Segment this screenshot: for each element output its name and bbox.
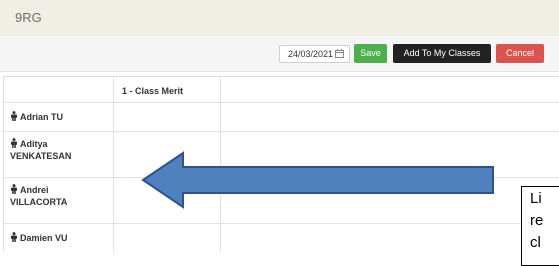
annotation-callout: Li re cl bbox=[521, 186, 559, 266]
annotation-line: re bbox=[530, 212, 544, 229]
annotation-line: Li bbox=[530, 190, 542, 207]
arrow-left-icon bbox=[141, 151, 494, 209]
